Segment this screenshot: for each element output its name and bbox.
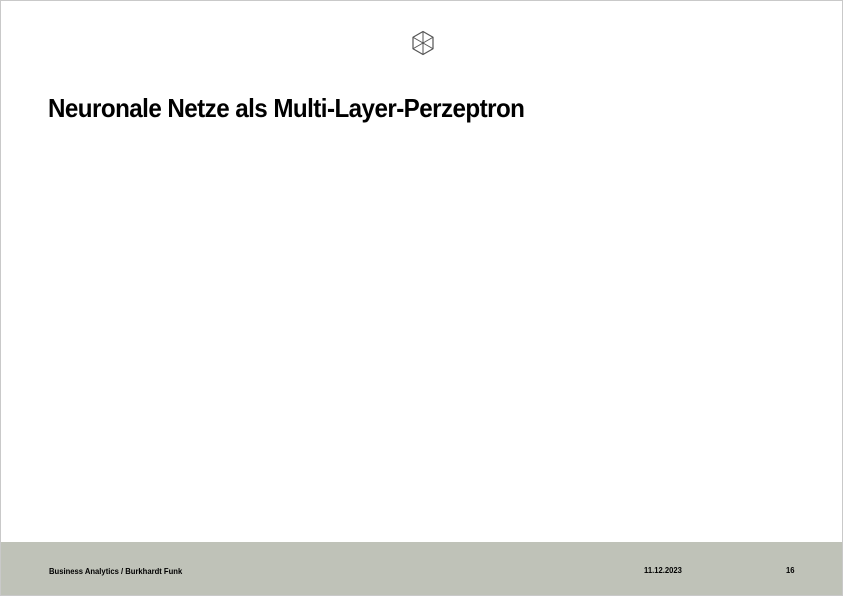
presentation-slide: Neuronale Netze als Multi-Layer-Perzeptr… xyxy=(0,0,843,596)
footer-page-number: 16 xyxy=(786,565,795,575)
footer-course-author: Business Analytics / Burkhardt Funk xyxy=(49,566,183,576)
hexagon-cube-icon xyxy=(412,30,434,56)
footer-date: 11.12.2023 xyxy=(644,565,682,575)
slide-footer: Business Analytics / Burkhardt Funk 11.1… xyxy=(1,542,842,595)
slide-title: Neuronale Netze als Multi-Layer-Perzeptr… xyxy=(48,93,525,123)
